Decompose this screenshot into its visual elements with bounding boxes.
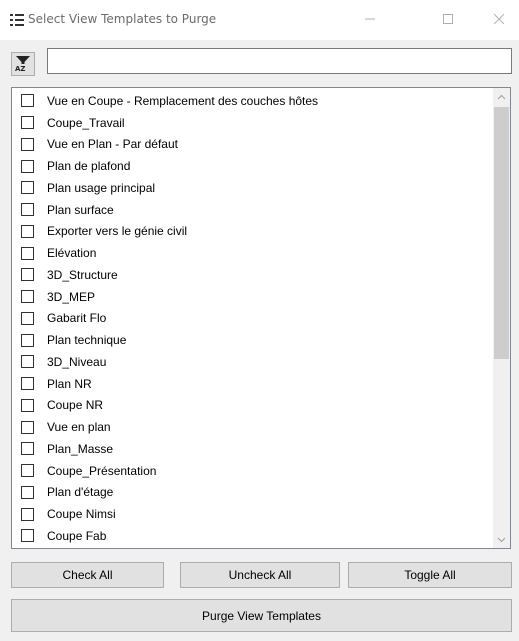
- list-item[interactable]: 3D_MEP: [12, 286, 492, 308]
- list-item[interactable]: Elévation: [12, 242, 492, 264]
- sort-az-icon: AZ: [14, 54, 32, 75]
- sort-az-button[interactable]: AZ: [11, 52, 35, 76]
- item-label: Plan d'étage: [47, 485, 114, 500]
- list-item[interactable]: Exporter vers le génie civil: [12, 221, 492, 243]
- item-checkbox[interactable]: [21, 224, 34, 238]
- list-item[interactable]: Plan d'étage: [12, 482, 492, 504]
- item-checkbox[interactable]: [21, 268, 34, 282]
- item-checkbox[interactable]: [21, 94, 34, 108]
- list-icon: [9, 12, 25, 28]
- item-label: Coupe_Présentation: [47, 463, 157, 478]
- item-checkbox[interactable]: [21, 246, 34, 260]
- view-template-list[interactable]: Vue en Coupe - Remplacement des couches …: [11, 87, 511, 549]
- chevron-up-icon[interactable]: [493, 88, 510, 105]
- list-item[interactable]: 3D_Niveau: [12, 351, 492, 373]
- vertical-scrollbar[interactable]: [493, 88, 510, 548]
- item-checkbox[interactable]: [21, 398, 34, 412]
- item-checkbox[interactable]: [21, 355, 34, 369]
- item-checkbox[interactable]: [21, 377, 34, 391]
- item-label: 3D_Niveau: [47, 354, 107, 369]
- item-label: Plan de plafond: [47, 159, 131, 174]
- list-item[interactable]: Vue en Coupe - Remplacement des couches …: [12, 90, 492, 112]
- list-item[interactable]: 3D_Structure: [12, 264, 492, 286]
- list-item[interactable]: Plan NR: [12, 373, 492, 395]
- list-item[interactable]: Vue en Plan - Par défaut: [12, 134, 492, 156]
- list-item[interactable]: Plan usage principal: [12, 177, 492, 199]
- item-checkbox[interactable]: [21, 290, 34, 304]
- item-label: Elévation: [47, 246, 97, 261]
- item-label: Plan usage principal: [47, 180, 156, 195]
- item-checkbox[interactable]: [21, 464, 34, 478]
- item-checkbox[interactable]: [21, 507, 34, 521]
- window-title: Select View Templates to Purge: [28, 12, 217, 26]
- list-item[interactable]: Plan_Masse: [12, 438, 492, 460]
- purge-view-templates-button[interactable]: Purge View Templates: [11, 599, 512, 632]
- list-item[interactable]: Coupe_Travail: [12, 112, 492, 134]
- item-checkbox[interactable]: [21, 485, 34, 499]
- item-label: Vue en Coupe - Remplacement des couches …: [47, 93, 319, 108]
- item-label: Vue en Plan - Par défaut: [47, 137, 178, 152]
- item-checkbox[interactable]: [21, 333, 34, 347]
- maximize-icon[interactable]: [433, 6, 463, 32]
- item-checkbox[interactable]: [21, 116, 34, 130]
- list-item[interactable]: Coupe Fab: [12, 525, 492, 547]
- list-item[interactable]: Plan technique: [12, 329, 492, 351]
- item-label: 3D_MEP: [47, 289, 96, 304]
- uncheck-all-button[interactable]: Uncheck All: [180, 562, 340, 588]
- item-label: Coupe NR: [47, 398, 104, 413]
- list-item[interactable]: Plan de plafond: [12, 155, 492, 177]
- title-bar[interactable]: Select View Templates to Purge: [0, 0, 519, 40]
- item-label: Coupe_Travail: [47, 115, 125, 130]
- item-checkbox[interactable]: [21, 203, 34, 217]
- purge-dialog: Select View Templates to Purge AZ Vue en…: [0, 0, 519, 641]
- item-label: Plan technique: [47, 333, 127, 348]
- minimize-icon[interactable]: [355, 6, 385, 32]
- list-item[interactable]: Plan surface: [12, 199, 492, 221]
- item-label: Vue en plan: [47, 420, 111, 435]
- list-item[interactable]: Vue en Coupe - Par défaut: [12, 547, 492, 548]
- item-checkbox[interactable]: [21, 137, 34, 151]
- item-checkbox[interactable]: [21, 420, 34, 434]
- item-checkbox[interactable]: [21, 442, 34, 456]
- list-item[interactable]: Gabarit Flo: [12, 308, 492, 330]
- item-checkbox[interactable]: [21, 311, 34, 325]
- sort-label: AZ: [15, 65, 26, 72]
- filter-input[interactable]: [47, 48, 512, 74]
- item-label: Gabarit Flo: [47, 311, 107, 326]
- item-checkbox[interactable]: [21, 529, 34, 543]
- list-item[interactable]: Coupe Nimsi: [12, 503, 492, 525]
- list-item[interactable]: Coupe NR: [12, 395, 492, 417]
- list-item[interactable]: Vue en plan: [12, 416, 492, 438]
- item-label: 3D_Structure: [47, 267, 118, 282]
- list-items: Vue en Coupe - Remplacement des couches …: [12, 90, 492, 548]
- close-icon[interactable]: [484, 6, 514, 32]
- item-checkbox[interactable]: [21, 159, 34, 173]
- chevron-down-icon[interactable]: [493, 531, 510, 548]
- item-label: Coupe Fab: [47, 528, 107, 543]
- list-item[interactable]: Coupe_Présentation: [12, 460, 492, 482]
- item-label: Coupe Nimsi: [47, 507, 116, 522]
- scroll-thumb[interactable]: [494, 107, 509, 359]
- check-all-button[interactable]: Check All: [11, 562, 164, 588]
- item-label: Plan surface: [47, 202, 114, 217]
- toggle-all-button[interactable]: Toggle All: [348, 562, 512, 588]
- item-label: Plan NR: [47, 376, 92, 391]
- item-label: Plan_Masse: [47, 441, 114, 456]
- item-checkbox[interactable]: [21, 181, 34, 195]
- item-label: Exporter vers le génie civil: [47, 224, 188, 239]
